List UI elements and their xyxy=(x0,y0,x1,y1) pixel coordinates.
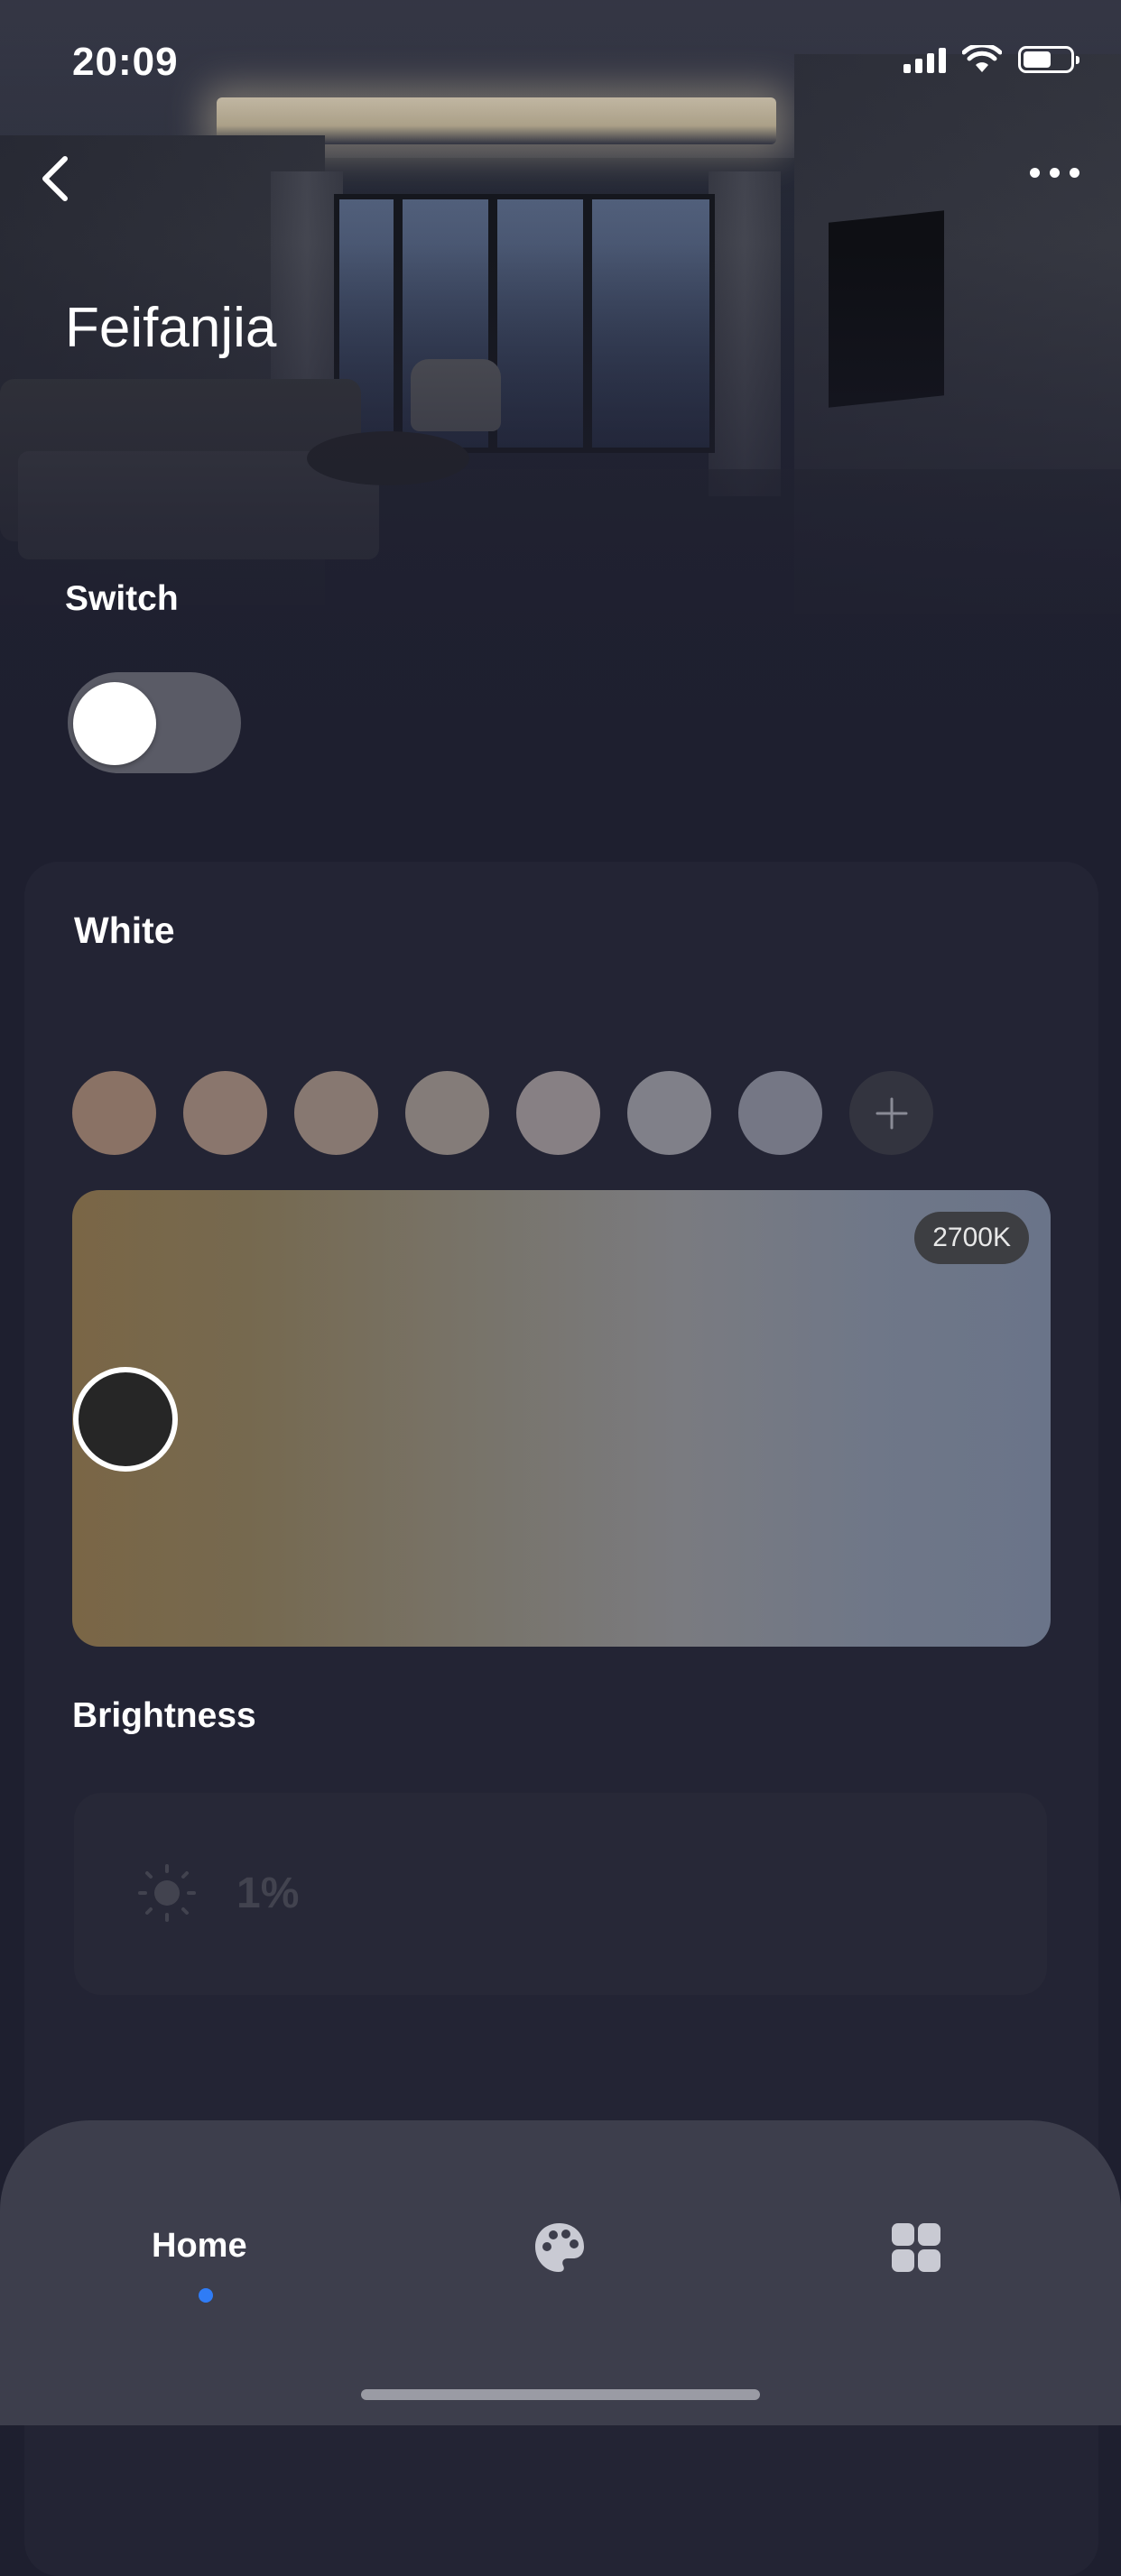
home-indicator xyxy=(361,2389,760,2400)
status-icons xyxy=(903,45,1079,74)
wifi-icon xyxy=(962,45,1002,72)
device-title: Feifanjia xyxy=(65,297,277,359)
brightness-label: Brightness xyxy=(72,1696,256,1735)
color-preset-list xyxy=(72,1071,933,1155)
color-preset[interactable] xyxy=(183,1071,267,1155)
palette-icon[interactable] xyxy=(532,2220,588,2276)
color-preset[interactable] xyxy=(72,1071,156,1155)
white-section-title: White xyxy=(74,909,175,951)
color-temperature-picker[interactable]: 2700K xyxy=(72,1190,1051,1647)
toggle-knob xyxy=(73,682,156,765)
color-preset[interactable] xyxy=(294,1071,378,1155)
sun-icon xyxy=(138,1864,196,1922)
brightness-value: 1% xyxy=(236,1870,300,1917)
color-preset[interactable] xyxy=(627,1071,711,1155)
cellular-signal-icon xyxy=(903,46,946,73)
active-tab-indicator xyxy=(199,2288,213,2303)
power-toggle[interactable] xyxy=(68,672,241,773)
brightness-slider[interactable]: 1% xyxy=(74,1793,1047,1995)
color-preset[interactable] xyxy=(738,1071,822,1155)
chevron-left-icon xyxy=(42,156,68,201)
plus-icon xyxy=(875,1097,907,1129)
color-preset[interactable] xyxy=(405,1071,489,1155)
nav-tab-home[interactable]: Home xyxy=(152,2227,247,2266)
grid-icon[interactable] xyxy=(888,2220,944,2276)
more-dots-icon xyxy=(1030,168,1040,178)
switch-label: Switch xyxy=(65,579,179,618)
color-preset[interactable] xyxy=(516,1071,600,1155)
status-time: 20:09 xyxy=(72,40,179,84)
bottom-navigation: Home xyxy=(0,2120,1121,2425)
battery-icon xyxy=(1018,46,1079,73)
back-button[interactable] xyxy=(34,152,78,206)
temperature-picker-thumb[interactable] xyxy=(73,1367,178,1472)
add-preset-button[interactable] xyxy=(849,1071,933,1155)
more-options-button[interactable] xyxy=(1030,168,1079,178)
temperature-badge: 2700K xyxy=(914,1212,1029,1264)
